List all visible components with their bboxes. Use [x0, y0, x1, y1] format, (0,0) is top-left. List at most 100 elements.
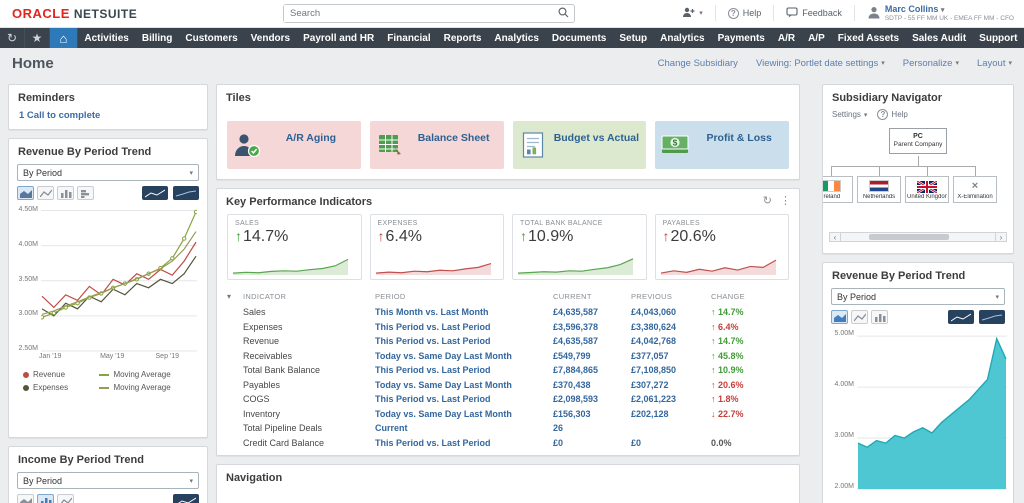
chart-toolbar — [823, 307, 1013, 326]
line-chart-icon[interactable] — [57, 494, 74, 503]
parent-company-node[interactable]: PC Parent Company — [889, 128, 947, 154]
nav-item-analytics[interactable]: Analytics — [488, 28, 545, 48]
chart-toolbar — [9, 183, 207, 202]
line-chart-icon[interactable] — [37, 186, 54, 200]
y-axis-labels: 4.50M 4.00M 3.50M 3.00M 2.50M — [18, 206, 38, 352]
bar-chart-icon[interactable] — [57, 186, 74, 200]
personalize-link[interactable]: Personalize ▾ — [903, 58, 959, 69]
revenue-trend-chart — [41, 206, 197, 352]
search-icon[interactable] — [558, 5, 569, 23]
subsidiary-node-x-elimination[interactable]: × X-Elimination — [953, 176, 997, 203]
user-avatar-icon — [867, 6, 881, 21]
refresh-icon[interactable]: ↻ — [763, 194, 772, 207]
reminders-title: Reminders — [18, 92, 75, 104]
bar-chart-icon[interactable] — [37, 494, 54, 503]
chart-preview-thumbnail[interactable] — [173, 494, 199, 503]
area-chart-icon[interactable] — [17, 494, 34, 503]
chart-preview-thumbnail[interactable] — [142, 186, 168, 200]
subsidiary-node-netherlands[interactable]: Netherlands — [857, 176, 901, 203]
netsuite-logo: NETSUITE — [73, 7, 138, 21]
bar-chart-icon[interactable] — [871, 310, 888, 324]
scroll-right-arrow[interactable]: › — [995, 233, 1006, 242]
layout-link[interactable]: Layout ▾ — [977, 58, 1012, 69]
nav-item-ap[interactable]: A/P — [802, 28, 832, 48]
nav-item-customers[interactable]: Customers — [179, 28, 244, 48]
tile-ar-aging[interactable]: A/R Aging — [227, 121, 361, 169]
tiles-row: A/R Aging Balance Sheet Budget vs Actual — [217, 107, 799, 179]
tile-budget-vs-actual[interactable]: Budget vs Actual — [512, 121, 647, 169]
kebab-menu-icon[interactable]: ⋮ — [780, 194, 791, 207]
change-subsidiary-link[interactable]: Change Subsidiary — [658, 58, 738, 69]
chart-preview-thumbnail[interactable] — [173, 186, 199, 200]
user-menu[interactable]: Marc Collins ▾ SDTP - 55 FF MM UK - EMEA… — [867, 4, 1014, 23]
nav-item-support[interactable]: Support — [973, 28, 1024, 48]
help-link[interactable]: ? Help — [877, 109, 908, 120]
money-icon: $ — [655, 132, 695, 158]
chart-preview-thumbnail[interactable] — [948, 310, 974, 324]
tiles-portlet: Tiles A/R Aging Balance Sheet Budget vs … — [216, 84, 800, 180]
scrollbar-thumb[interactable] — [868, 234, 949, 240]
nav-item-sales-audit[interactable]: Sales Audit — [906, 28, 973, 48]
subsidiary-node-ireland[interactable]: Ireland — [823, 176, 853, 203]
column-chart-icon[interactable] — [77, 186, 94, 200]
up-arrow-icon: ↑ — [377, 228, 385, 244]
settings-link[interactable]: Settings ▾ — [832, 110, 867, 119]
feedback-menu[interactable]: Feedback — [786, 7, 842, 20]
user-role: SDTP - 55 FF MM UK - EMEA FF MM - CFO — [884, 15, 1014, 23]
period-select[interactable]: By Period ▾ — [17, 164, 199, 181]
nav-item-payments[interactable]: Payments — [711, 28, 771, 48]
recent-records-icon[interactable]: ↻ — [0, 28, 26, 48]
nav-item-vendors[interactable]: Vendors — [244, 28, 296, 48]
global-search — [283, 4, 575, 23]
kpi-table: ▾ INDICATOR PERIOD CURRENT PREVIOUS CHAN… — [217, 288, 799, 450]
scrollbar-track[interactable] — [841, 233, 995, 241]
user-info: Marc Collins ▾ SDTP - 55 FF MM UK - EMEA… — [885, 4, 1014, 23]
nav-item-ar[interactable]: A/R — [771, 28, 801, 48]
area-chart-icon[interactable] — [831, 310, 848, 324]
chart-preview-thumbnail[interactable] — [979, 310, 1005, 324]
line-chart-icon[interactable] — [851, 310, 868, 324]
nav-item-billing[interactable]: Billing — [135, 28, 179, 48]
help-label: Help — [742, 8, 762, 19]
nav-item-activities[interactable]: Activities — [78, 28, 135, 48]
tile-label: A/R Aging — [285, 132, 337, 144]
period-select[interactable]: By Period ▾ — [831, 288, 1005, 305]
scroll-left-arrow[interactable]: ‹ — [830, 233, 841, 242]
tile-label: Balance Sheet — [417, 132, 490, 144]
nav-item-financial[interactable]: Financial — [381, 28, 437, 48]
expenses-sparkline — [375, 262, 491, 275]
viewing-settings-link[interactable]: Viewing: Portlet date settings ▾ — [756, 58, 885, 69]
nav-item-reports[interactable]: Reports — [437, 28, 488, 48]
legend-item: Revenue — [23, 370, 99, 379]
nav-item-setup[interactable]: Setup — [613, 28, 654, 48]
home-tab-icon[interactable]: ⌂ — [50, 28, 78, 48]
area-chart-icon[interactable] — [17, 186, 34, 200]
quick-add-menu[interactable]: ▾ — [682, 7, 703, 20]
tile-balance-sheet[interactable]: Balance Sheet — [369, 121, 504, 169]
navigation-title: Navigation — [226, 472, 283, 484]
nav-item-payroll-hr[interactable]: Payroll and HR — [297, 28, 381, 48]
kpi-card-total-bank-balance[interactable]: TOTAL BANK BALANCE ↑10.9% — [512, 214, 647, 280]
nav-item-fixed-assets[interactable]: Fixed Assets — [831, 28, 905, 48]
subsidiary-node-united-kingdom[interactable]: United Kingdom — [905, 176, 949, 203]
nav-item-documents[interactable]: Documents — [545, 28, 612, 48]
kpi-cards: SALES ↑14.7% EXPENSES ↑6.4% TOTAL BANK B… — [217, 211, 799, 280]
kpi-card-expenses[interactable]: EXPENSES ↑6.4% — [369, 214, 504, 280]
period-select[interactable]: By Period ▾ — [17, 472, 199, 489]
legend-item: Moving Average — [99, 383, 195, 392]
shortcuts-star-icon[interactable]: ★ — [25, 28, 51, 48]
header-actions: ▾ ? Help Feedback Marc Collins ▾ SDTP - … — [682, 4, 1024, 23]
legend-item: Moving Average — [99, 370, 195, 379]
page-actions: Change Subsidiary Viewing: Portlet date … — [658, 58, 1012, 69]
reminder-call-to-complete-link[interactable]: 1 Call to complete — [9, 107, 207, 129]
search-input[interactable] — [284, 5, 558, 22]
nav-item-analytics-2[interactable]: Analytics — [654, 28, 711, 48]
tile-label: Profit & Loss — [706, 132, 772, 144]
kpi-table-header: ▾ INDICATOR PERIOD CURRENT PREVIOUS CHAN… — [227, 292, 745, 301]
collapse-caret-icon[interactable]: ▾ — [227, 292, 243, 301]
tile-profit-loss[interactable]: $ Profit & Loss — [655, 121, 789, 169]
kpi-card-payables[interactable]: PAYABLES ↑20.6% — [654, 214, 789, 280]
x-axis-labels: Jan '19 May '19 Sep '19 — [39, 353, 180, 360]
help-menu[interactable]: ? Help — [727, 7, 762, 19]
kpi-card-sales[interactable]: SALES ↑14.7% — [227, 214, 362, 280]
